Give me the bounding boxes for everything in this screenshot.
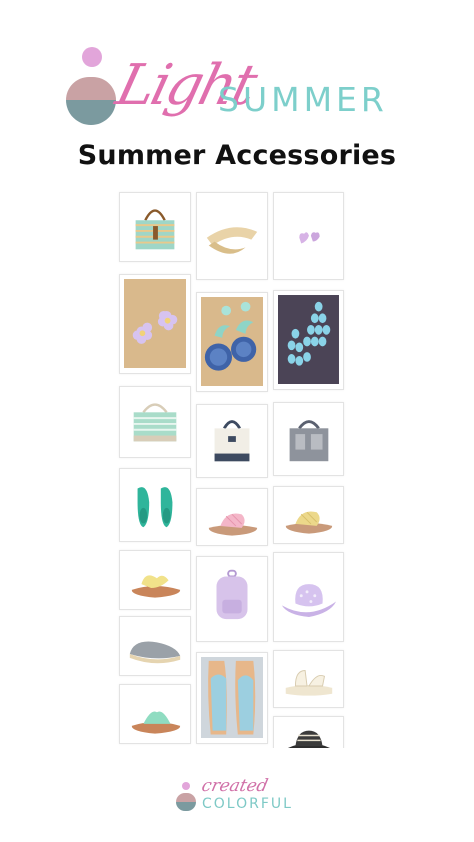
mint-thong-sandal-icon [131, 711, 181, 734]
blue-slogan-espadrille-icon [201, 657, 263, 739]
pink-woven-slide-icon [208, 513, 258, 536]
created-colorful-logo: created COLORFUL [176, 776, 306, 818]
logo-arch-bottom [66, 100, 116, 125]
footer-caps-word: COLORFUL [202, 796, 293, 812]
beaded-disc-earrings-icon [201, 297, 263, 387]
striped-sun-hat-icon [288, 730, 330, 748]
product-card[interactable] [196, 488, 268, 546]
product-card[interactable] [273, 716, 344, 748]
sequin-chandelier-earrings-icon [278, 295, 339, 385]
footer-logo-arch-bottom [176, 802, 196, 811]
logo-arch-top [66, 77, 116, 100]
striped-tote-bag-icon [135, 209, 175, 250]
product-card[interactable] [119, 616, 191, 676]
mint-zip-tote-icon [133, 403, 177, 442]
lilac-backpack-icon [216, 569, 248, 620]
footer-script-word: created [199, 776, 270, 796]
footer-logo-arch-top [176, 793, 196, 802]
product-card[interactable] [273, 650, 344, 708]
product-card[interactable] [273, 290, 344, 390]
product-card[interactable] [119, 386, 191, 458]
product-card[interactable] [196, 404, 268, 478]
product-card[interactable] [196, 192, 268, 280]
product-card[interactable] [196, 652, 268, 744]
product-card[interactable] [273, 552, 344, 642]
yellow-knot-sandal-icon [131, 575, 181, 598]
straw-visor-icon [206, 227, 258, 254]
product-card[interactable] [119, 468, 191, 542]
product-grid [117, 190, 346, 748]
logo-dot [82, 47, 102, 67]
product-card[interactable] [273, 486, 344, 544]
gray-espadrille-icon [129, 641, 181, 664]
product-card[interactable] [196, 292, 268, 392]
product-card[interactable] [196, 556, 268, 642]
teal-flats-icon [137, 487, 173, 528]
product-card[interactable] [119, 192, 191, 262]
product-card[interactable] [273, 402, 344, 476]
product-card[interactable] [119, 684, 191, 744]
light-summer-logo: Light SUMMER [66, 42, 406, 142]
footer-logo-dot [182, 782, 190, 790]
gray-canvas-tote-icon [289, 420, 329, 462]
flower-earrings-icon [124, 279, 186, 369]
page-title: Summer Accessories [77, 140, 397, 171]
heart-stud-earrings-icon [299, 232, 320, 244]
yellow-woven-slide-icon [285, 511, 333, 534]
white-sport-sandal-icon [285, 670, 333, 696]
canvas-boat-tote-icon [214, 420, 250, 462]
product-card[interactable] [119, 550, 191, 610]
product-card[interactable] [273, 192, 344, 280]
product-card[interactable] [119, 274, 191, 374]
logo-caps-word: SUMMER [218, 80, 388, 119]
lilac-cowboy-hat-icon [281, 584, 337, 618]
